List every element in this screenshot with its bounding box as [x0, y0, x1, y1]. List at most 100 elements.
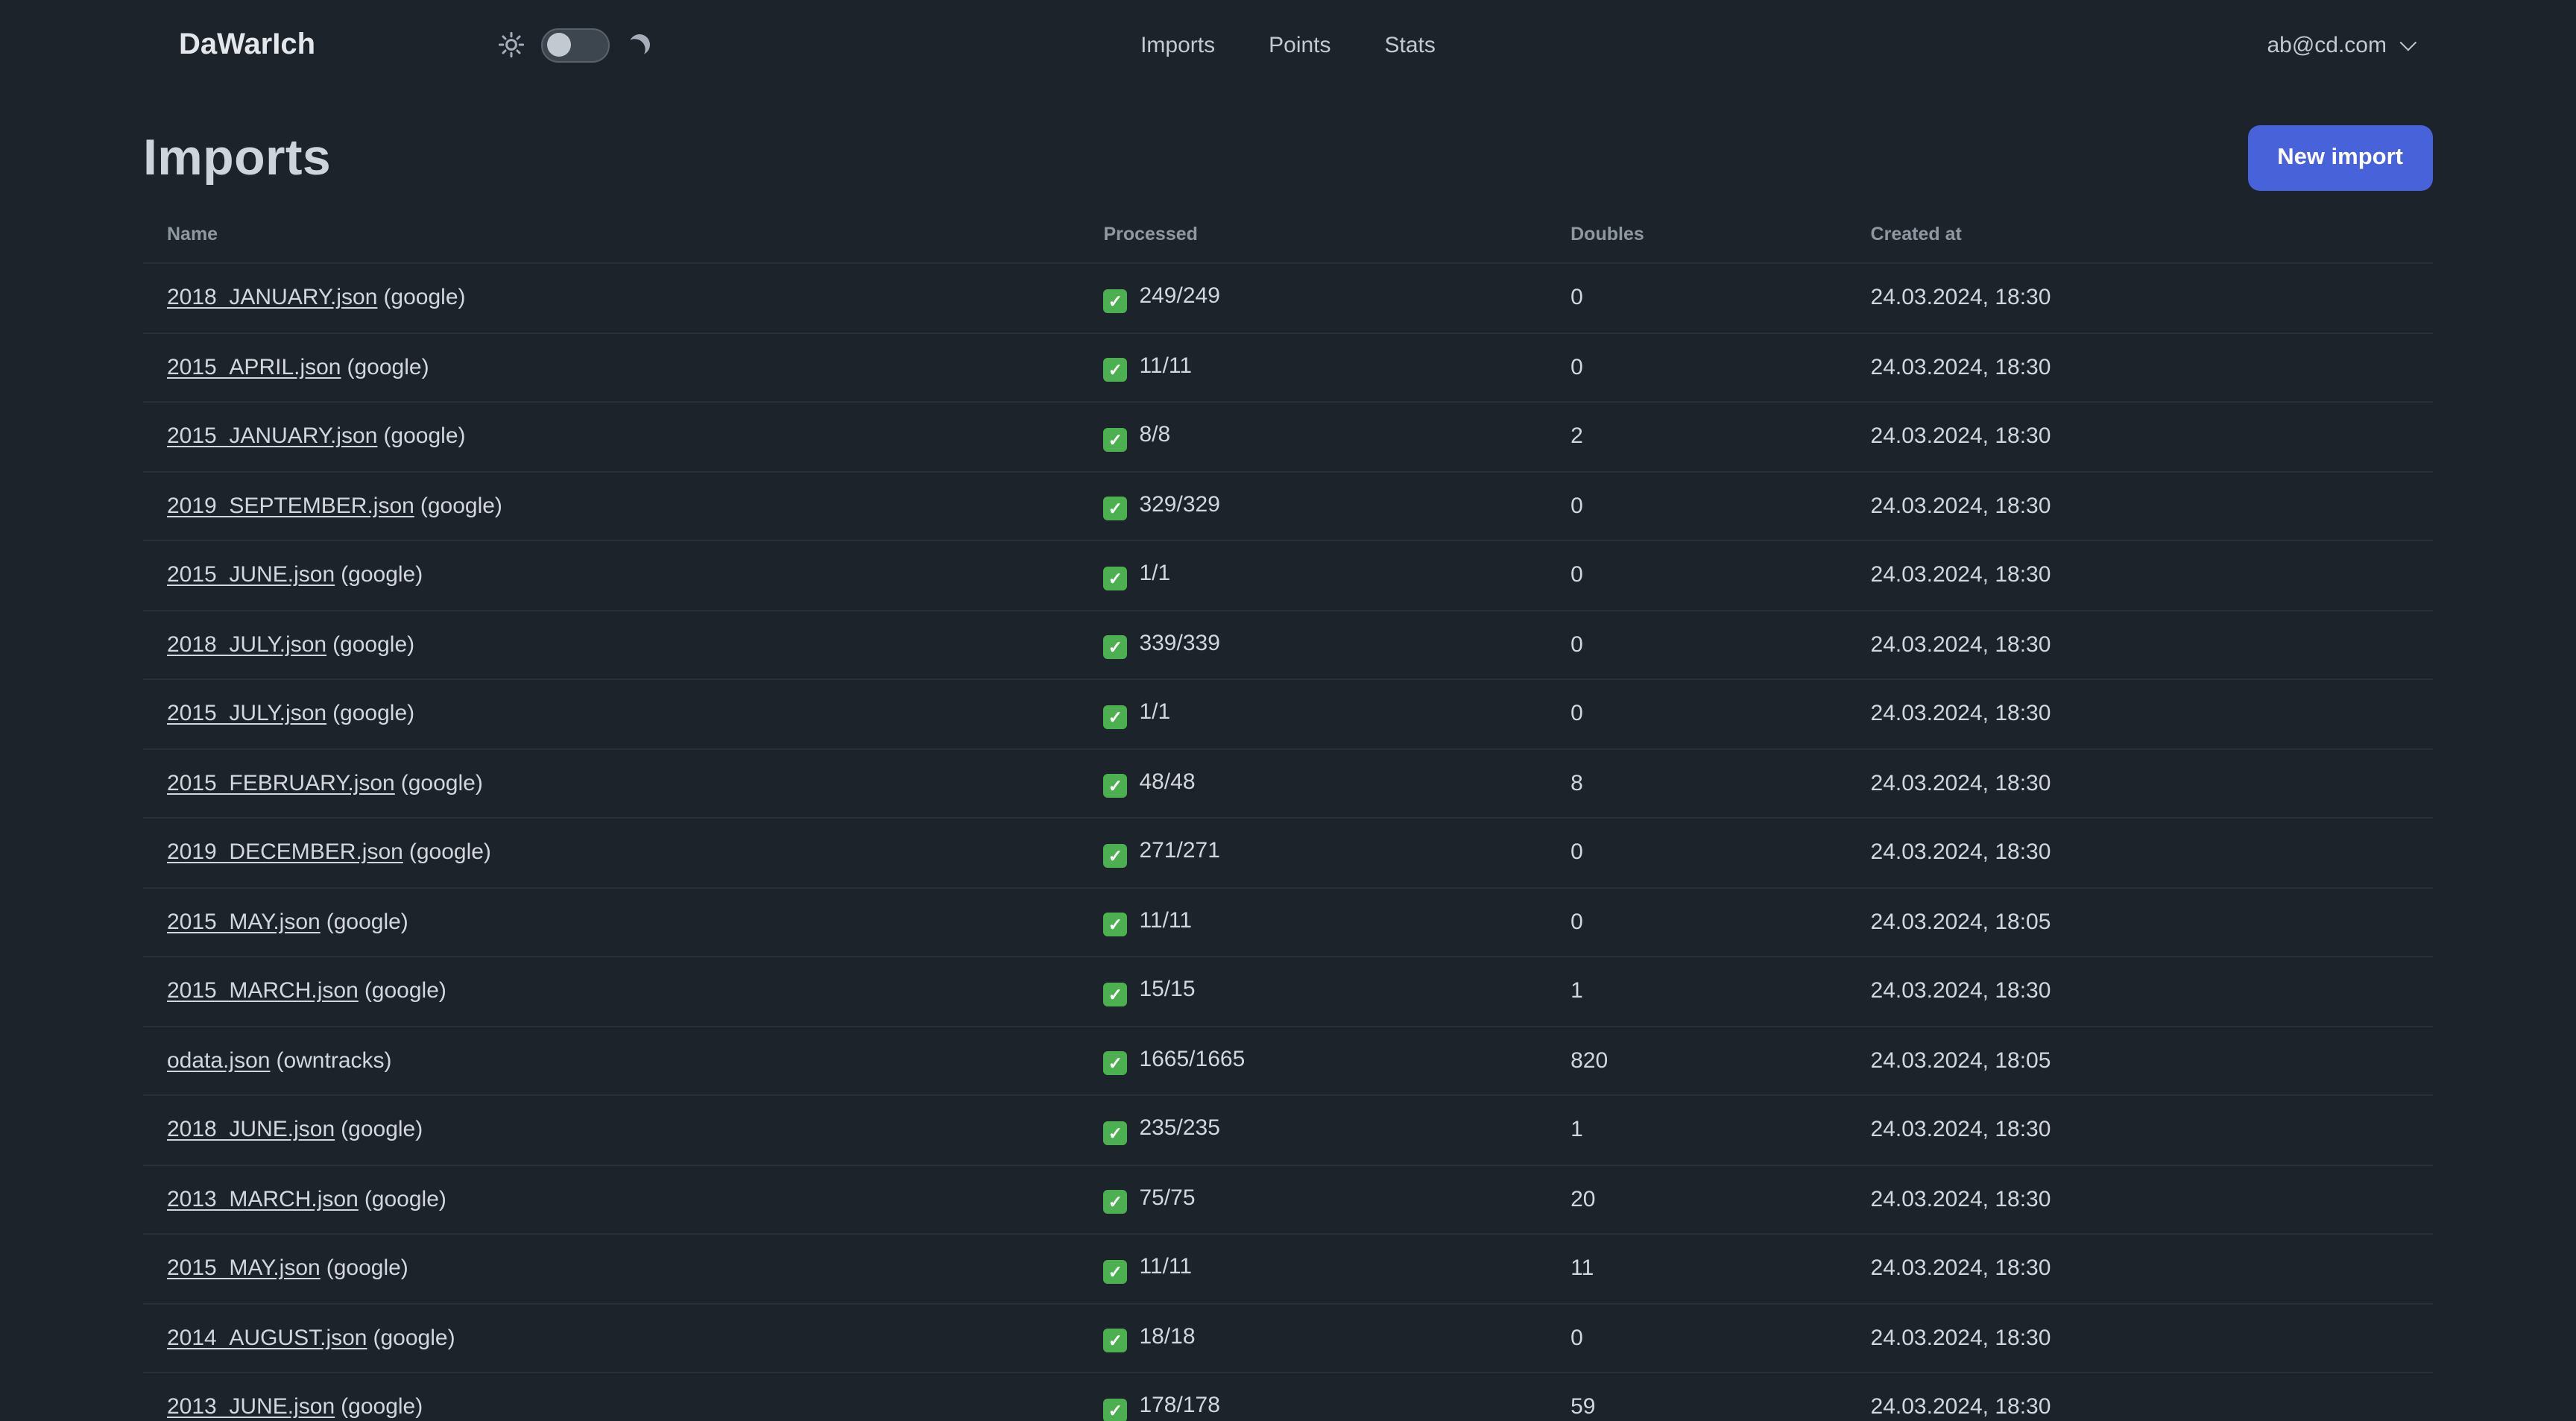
processed-count: 11/11 [1139, 907, 1193, 933]
processed-cell: ✓ 271/271 [1079, 818, 1547, 888]
import-file-link[interactable]: 2014_AUGUST.json [167, 1326, 367, 1351]
doubles-cell: 2 [1547, 402, 1847, 472]
name-cell: 2018_JUNE.json (google) [143, 1095, 1080, 1165]
success-check-icon: ✓ [1103, 1051, 1128, 1075]
import-file-link[interactable]: odata.json [167, 1048, 270, 1074]
import-file-link[interactable]: 2019_DECEMBER.json [167, 840, 403, 866]
import-file-link[interactable]: 2015_FEBRUARY.json [167, 771, 395, 796]
processed-cell: ✓ 15/15 [1079, 957, 1547, 1027]
navbar: DaWarIch Imports Points Stats ab@cd.com [0, 0, 2576, 89]
import-file-link[interactable]: 2015_JUNE.json [167, 563, 335, 588]
success-check-icon: ✓ [1103, 635, 1128, 659]
created-at-cell: 24.03.2024, 18:30 [1846, 402, 2433, 472]
import-source-label: (google) [364, 1186, 446, 1212]
success-check-icon: ✓ [1103, 774, 1128, 798]
processed-cell: ✓ 18/18 [1079, 1303, 1547, 1373]
doubles-cell: 0 [1547, 610, 1847, 680]
processed-cell: ✓ 235/235 [1079, 1095, 1547, 1165]
processed-count: 1665/1665 [1139, 1046, 1246, 1071]
processed-count: 18/18 [1139, 1323, 1196, 1349]
created-at-cell: 24.03.2024, 18:30 [1846, 1165, 2433, 1235]
user-menu[interactable]: ab@cd.com [2267, 32, 2417, 57]
name-cell: 2015_APRIL.json (google) [143, 333, 1080, 403]
main-content: Imports New import Name Processed Double… [0, 125, 2576, 1421]
success-check-icon: ✓ [1103, 1398, 1128, 1421]
import-source-label: (google) [341, 1117, 423, 1143]
imports-table: Name Processed Doubles Created at 2018_J… [143, 206, 2433, 1421]
import-source-label: (google) [341, 562, 423, 588]
chevron-down-icon [2399, 34, 2417, 51]
name-cell: 2015_MAY.json (google) [143, 887, 1080, 957]
table-row: 2015_JUNE.json (google) ✓ 1/1 0 24.03.2024… [143, 541, 2433, 611]
import-file-link[interactable]: 2015_JULY.json [167, 702, 326, 727]
column-header-processed: Processed [1079, 206, 1547, 264]
name-cell: odata.json (owntracks) [143, 1026, 1080, 1096]
processed-cell: ✓ 339/339 [1079, 610, 1547, 680]
brand-logo[interactable]: DaWarIch [179, 28, 315, 62]
import-source-label: (google) [373, 1325, 455, 1351]
table-row: 2018_JUNE.json (google) ✓ 235/235 1 24.03.… [143, 1095, 2433, 1165]
new-import-button[interactable]: New import [2247, 125, 2433, 191]
name-cell: 2015_MAY.json (google) [143, 1234, 1080, 1304]
table-row: 2018_JANUARY.json (google) ✓ 249/249 0 24.… [143, 263, 2433, 333]
column-header-created-at: Created at [1846, 206, 2433, 264]
processed-cell: ✓ 11/11 [1079, 1234, 1547, 1304]
success-check-icon: ✓ [1103, 982, 1128, 1006]
name-cell: 2018_JULY.json (google) [143, 610, 1080, 680]
table-row: 2018_JULY.json (google) ✓ 339/339 0 24.03.… [143, 610, 2433, 680]
import-file-link[interactable]: 2018_JUNE.json [167, 1118, 335, 1143]
import-file-link[interactable]: 2015_MAY.json [167, 910, 321, 935]
doubles-cell: 0 [1547, 541, 1847, 611]
doubles-cell: 0 [1547, 471, 1847, 541]
created-at-cell: 24.03.2024, 18:30 [1846, 818, 2433, 888]
success-check-icon: ✓ [1103, 705, 1128, 728]
name-cell: 2015_MARCH.json (google) [143, 957, 1080, 1027]
theme-toggle[interactable] [540, 28, 610, 62]
created-at-cell: 24.03.2024, 18:30 [1846, 957, 2433, 1027]
table-row: 2013_MARCH.json (google) ✓ 75/75 20 24.03.… [143, 1165, 2433, 1235]
processed-count: 178/178 [1139, 1393, 1220, 1418]
import-file-link[interactable]: 2018_JANUARY.json [167, 286, 377, 311]
import-source-label: (google) [332, 631, 415, 658]
processed-count: 249/249 [1139, 283, 1220, 309]
moon-icon [625, 31, 652, 58]
import-file-link[interactable]: 2013_MARCH.json [167, 1187, 359, 1212]
doubles-cell: 0 [1547, 679, 1847, 749]
processed-cell: ✓ 1665/1665 [1079, 1026, 1547, 1096]
main-nav: Imports Points Stats [1140, 32, 1436, 57]
sun-icon [497, 31, 524, 58]
success-check-icon: ✓ [1103, 497, 1128, 520]
name-cell: 2014_AUGUST.json (google) [143, 1303, 1080, 1373]
doubles-cell: 820 [1547, 1026, 1847, 1096]
import-file-link[interactable]: 2015_MAY.json [167, 1256, 321, 1282]
table-row: 2015_MARCH.json (google) ✓ 15/15 1 24.03.2… [143, 957, 2433, 1027]
nav-link-points[interactable]: Points [1269, 32, 1330, 57]
import-file-link[interactable]: 2015_APRIL.json [167, 355, 341, 380]
import-file-link[interactable]: 2019_SEPTEMBER.json [167, 494, 414, 519]
import-file-link[interactable]: 2013_JUNE.json [167, 1395, 335, 1420]
name-cell: 2018_JANUARY.json (google) [143, 263, 1080, 333]
name-cell: 2015_JULY.json (google) [143, 679, 1080, 749]
created-at-cell: 24.03.2024, 18:30 [1846, 1095, 2433, 1165]
nav-link-stats[interactable]: Stats [1385, 32, 1436, 57]
created-at-cell: 24.03.2024, 18:30 [1846, 1303, 2433, 1373]
table-row: 2013_JUNE.json (google) ✓ 178/178 59 24.03… [143, 1373, 2433, 1421]
import-file-link[interactable]: 2015_JANUARY.json [167, 424, 377, 450]
import-source-label: (google) [383, 423, 466, 450]
processed-count: 48/48 [1139, 769, 1196, 794]
created-at-cell: 24.03.2024, 18:30 [1846, 610, 2433, 680]
success-check-icon: ✓ [1103, 289, 1128, 312]
processed-count: 11/11 [1139, 1254, 1193, 1279]
import-source-label: (google) [408, 839, 491, 866]
created-at-cell: 24.03.2024, 18:30 [1846, 1373, 2433, 1421]
import-file-link[interactable]: 2015_MARCH.json [167, 979, 359, 1004]
success-check-icon: ✓ [1103, 1329, 1128, 1352]
doubles-cell: 0 [1547, 818, 1847, 888]
import-file-link[interactable]: 2018_JULY.json [167, 632, 326, 658]
doubles-cell: 0 [1547, 263, 1847, 333]
created-at-cell: 24.03.2024, 18:30 [1846, 333, 2433, 403]
page-title: Imports [143, 129, 332, 186]
nav-link-imports[interactable]: Imports [1140, 32, 1215, 57]
processed-count: 329/329 [1139, 491, 1220, 517]
processed-cell: ✓ 48/48 [1079, 749, 1547, 819]
